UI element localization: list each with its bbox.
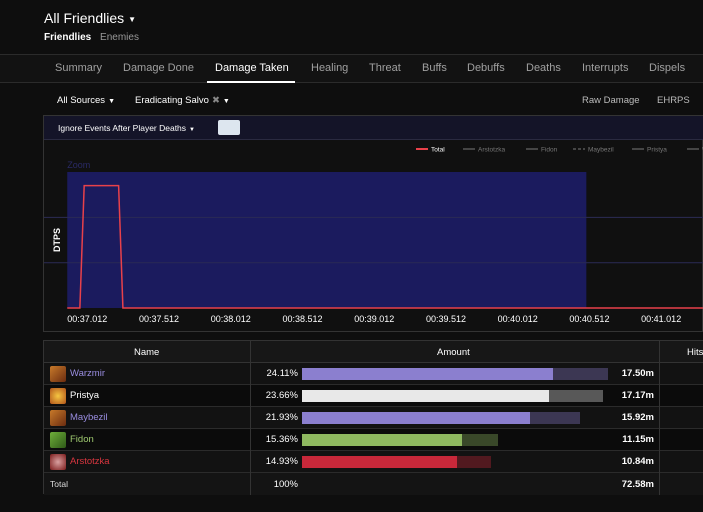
row-amount: 15.92m <box>621 412 654 423</box>
row-amount: 10.84m <box>621 456 654 467</box>
amount-bar <box>302 434 463 446</box>
header-name[interactable]: Name <box>134 347 159 358</box>
priest-icon <box>50 388 66 404</box>
row-name[interactable]: Pristya <box>70 390 99 401</box>
table-row[interactable]: Fidon 15.36% 11.15m <box>44 429 703 451</box>
x-tick-label: 00:38.512 <box>282 314 322 324</box>
x-tick-label: 00:37.012 <box>67 314 107 324</box>
tab-deaths[interactable]: Deaths <box>526 62 561 74</box>
chevron-down-icon: ▼ <box>108 98 115 105</box>
page-title: All Friendlies <box>44 10 125 26</box>
header-hits[interactable]: Hits <box>687 347 703 358</box>
x-tick-label: 00:37.512 <box>139 314 179 324</box>
table-row[interactable]: Maybezil 21.93% 15.92m <box>44 407 703 429</box>
filter-bar: All Sources ▼ Eradicating Salvo ✖ ▼ Raw Dam… <box>0 90 703 110</box>
chevron-down-icon: ▼ <box>128 14 137 24</box>
amount-bar <box>302 390 549 402</box>
row-pct: 24.11% <box>266 368 298 379</box>
table-header: Name Amount Hits <box>44 341 703 363</box>
x-tick-label: 00:39.012 <box>354 314 394 324</box>
faction-subnav: Friendlies Enemies <box>44 32 145 43</box>
warrior-icon <box>50 366 66 382</box>
zoom-region <box>67 172 587 308</box>
clear-icon[interactable]: ✖ <box>212 95 220 106</box>
damage-taken-table: Name Amount Hits Warzmir 24.11% 17.50m Pris… <box>43 340 703 495</box>
row-amount: 17.50m <box>621 368 654 379</box>
header: All Friendlies ▼ Friendlies Enemies <box>0 0 703 54</box>
amount-bar <box>302 412 530 424</box>
tab-damage-taken[interactable]: Damage Taken <box>215 62 289 74</box>
dtps-chart[interactable]: Zoom DTPS 00:37.012 00:37.512 00:38.012 00:38… <box>44 140 703 333</box>
row-name[interactable]: Fidon <box>70 434 94 445</box>
row-amount: 17.17m <box>621 390 654 401</box>
table-row[interactable]: Arstotzka 14.93% 10.84m <box>44 451 703 473</box>
raw-damage-toggle[interactable]: Raw Damage <box>582 95 640 106</box>
table-row[interactable]: Pristya 23.66% 17.17m <box>44 385 703 407</box>
legend-item-total: Total <box>431 147 445 154</box>
legend-item-maybezil: Maybezil <box>588 147 614 154</box>
deathknight-icon <box>50 454 66 470</box>
legend-item-arstotzka: Arstotzka <box>478 147 505 154</box>
main-tabs: Summary Damage Done Damage Taken Healing… <box>0 54 703 83</box>
x-tick-label: 00:40.012 <box>498 314 538 324</box>
tab-summary[interactable]: Summary <box>55 62 102 74</box>
amount-bar <box>302 368 553 380</box>
row-name[interactable]: Maybezil <box>70 412 108 423</box>
tab-damage-done[interactable]: Damage Done <box>123 62 194 74</box>
total-row: Total 100% 72.58m <box>44 473 703 495</box>
subnav-enemies[interactable]: Enemies <box>100 32 139 43</box>
sources-dropdown[interactable]: All Sources ▼ <box>57 95 115 106</box>
tab-buffs[interactable]: Buffs <box>422 62 447 74</box>
total-amount: 72.58m <box>621 479 654 490</box>
active-tab-indicator <box>207 81 295 83</box>
sources-label: All Sources <box>57 95 106 106</box>
chevron-down-icon: ▼ <box>189 127 195 133</box>
row-name[interactable]: Arstotzka <box>70 456 110 467</box>
zoom-label: Zoom <box>67 160 90 170</box>
table-row[interactable]: Warzmir 24.11% 17.50m <box>44 363 703 385</box>
x-tick-label: 00:38.012 <box>211 314 251 324</box>
graph-options-bar: Ignore Events After Player Deaths ▼ <box>44 116 703 140</box>
legend-item-fidon: Fidon <box>541 147 558 154</box>
total-pct: 100% <box>273 479 298 490</box>
tab-healing[interactable]: Healing <box>311 62 348 74</box>
tab-interrupts[interactable]: Interrupts <box>582 62 628 74</box>
warrior-icon <box>50 410 66 426</box>
row-pct: 23.66% <box>265 390 298 401</box>
amount-bar <box>302 456 458 468</box>
x-tick-label: 00:39.512 <box>426 314 466 324</box>
column-divider <box>659 341 660 495</box>
y-axis-label: DTPS <box>52 228 62 252</box>
row-amount: 11.15m <box>622 434 654 445</box>
row-pct: 15.36% <box>265 434 298 445</box>
row-pct: 21.93% <box>265 412 298 423</box>
friendlies-selector[interactable]: All Friendlies ▼ <box>44 10 136 26</box>
ability-dropdown[interactable]: Eradicating Salvo ✖ ▼ <box>135 95 230 106</box>
total-label: Total <box>50 479 68 489</box>
tab-dispels[interactable]: Dispels <box>649 62 685 74</box>
subnav-friendlies[interactable]: Friendlies <box>44 32 91 43</box>
graph-settings-toggle[interactable] <box>218 120 240 135</box>
x-tick-label: 00:40.512 <box>569 314 609 324</box>
column-divider <box>250 341 251 495</box>
ehrps-toggle[interactable]: EHRPS <box>657 95 690 106</box>
x-tick-label: 00:41.012 <box>641 314 681 324</box>
tab-threat[interactable]: Threat <box>369 62 401 74</box>
hunter-icon <box>50 432 66 448</box>
ability-label: Eradicating Salvo <box>135 95 209 106</box>
row-name[interactable]: Warzmir <box>70 368 105 379</box>
ignore-events-dropdown[interactable]: Ignore Events After Player Deaths ▼ <box>58 123 195 133</box>
legend-item-pristya: Pristya <box>647 147 667 154</box>
chevron-down-icon: ▼ <box>222 98 230 105</box>
row-pct: 14.93% <box>265 456 298 467</box>
ignore-events-label: Ignore Events After Player Deaths <box>58 123 187 133</box>
tab-debuffs[interactable]: Debuffs <box>467 62 505 74</box>
graph-panel: Ignore Events After Player Deaths ▼ Zoom D… <box>43 115 703 332</box>
header-amount[interactable]: Amount <box>437 347 470 358</box>
